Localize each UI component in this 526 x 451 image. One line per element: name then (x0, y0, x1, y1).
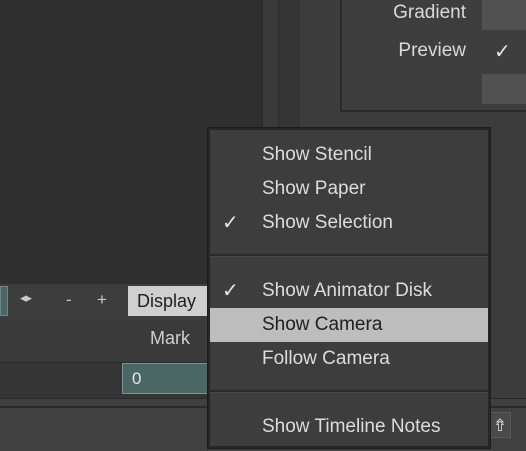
menu-item-show-animator-disk[interactable]: ✓ Show Animator Disk (210, 274, 488, 308)
gradient-label: Gradient (393, 2, 466, 23)
menu-separator (210, 390, 488, 393)
value-input[interactable]: 0 (122, 363, 214, 394)
zoom-out-button[interactable]: - (66, 290, 72, 310)
color-swatch[interactable] (482, 74, 526, 104)
check-icon: ✓ (222, 212, 239, 234)
menu-item-label: Show Camera (262, 314, 383, 335)
step-arrows-icon[interactable]: ◂▸ (20, 290, 32, 306)
zoom-in-button[interactable]: + (97, 290, 107, 310)
menu-item-label: Show Paper (262, 178, 366, 199)
menu-item-show-camera[interactable]: Show Camera (210, 308, 488, 342)
gradient-swatch[interactable] (482, 0, 526, 30)
panel-divider-strip (278, 0, 302, 140)
mark-label: Mark (150, 328, 190, 348)
menu-item-show-selection[interactable]: ✓ Show Selection (210, 206, 488, 240)
context-menu: Show Stencil Show Paper ✓ Show Selection… (208, 128, 490, 448)
check-icon: ✓ (222, 280, 239, 302)
menu-item-show-paper[interactable]: Show Paper (210, 172, 488, 206)
preview-checkbox[interactable]: ✓ (494, 39, 511, 64)
menu-item-label: Show Stencil (262, 144, 372, 165)
menu-item-label: Show Animator Disk (262, 280, 433, 301)
expand-icon[interactable]: ⇮ (489, 412, 511, 438)
display-button[interactable]: Display (128, 286, 212, 316)
menu-item-label: Show Timeline Notes (262, 416, 441, 437)
menu-item-show-timeline-notes[interactable]: Show Timeline Notes (210, 410, 488, 444)
menu-item-show-stencil[interactable]: Show Stencil (210, 138, 488, 172)
preview-label: Preview (398, 40, 466, 61)
menu-item-label: Follow Camera (262, 348, 390, 369)
menu-separator (210, 254, 488, 257)
menu-item-follow-camera[interactable]: Follow Camera (210, 342, 488, 376)
frame-field[interactable] (0, 286, 8, 316)
menu-item-label: Show Selection (262, 212, 393, 233)
